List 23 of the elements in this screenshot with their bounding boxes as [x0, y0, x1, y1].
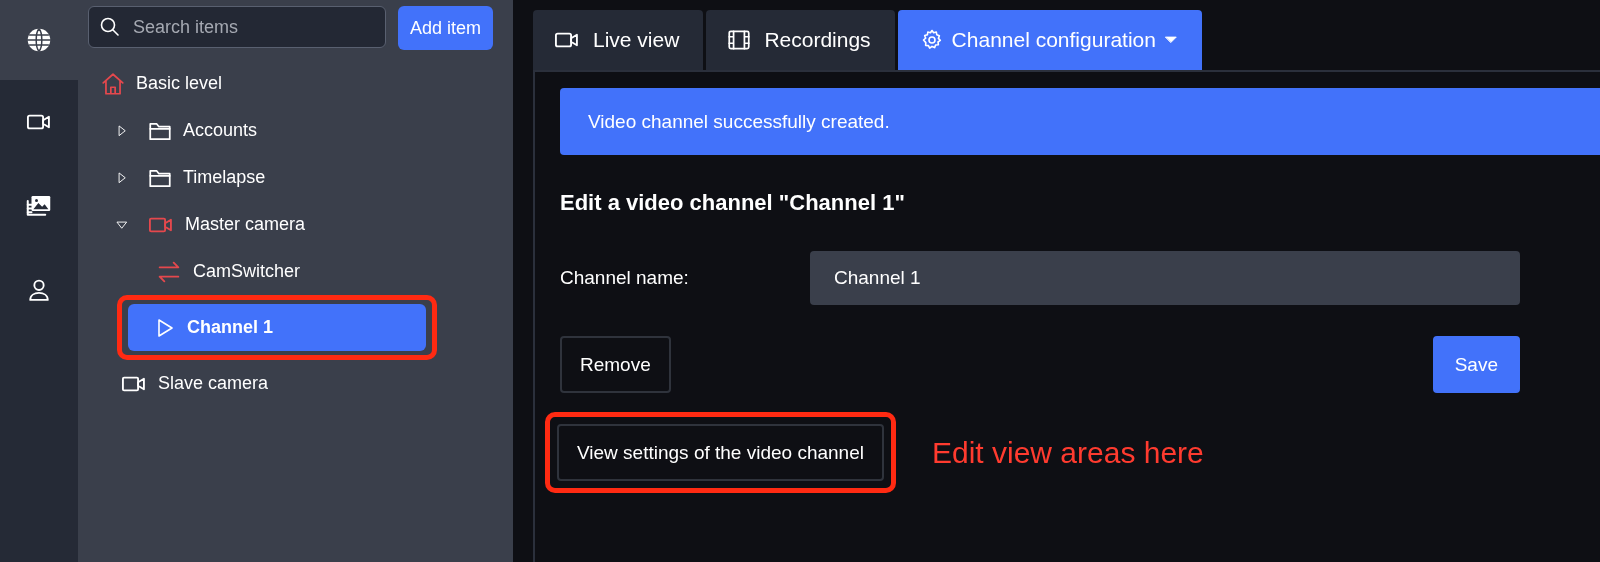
button[interactable]: View settings of the video channel: [557, 424, 884, 481]
globe-icon: [24, 25, 54, 55]
tree-item[interactable]: Timelapse: [88, 154, 493, 201]
button[interactable]: Save: [1432, 336, 1520, 393]
form-heading: Edit a video channel "Channel 1": [560, 190, 906, 216]
channel-name-field[interactable]: Channel 1: [810, 251, 1520, 305]
search-icon: [98, 15, 122, 39]
tree-item[interactable]: Channel 1: [128, 304, 426, 351]
button[interactable]: Remove: [560, 336, 671, 393]
tree-item[interactable]: CamSwitcher: [88, 248, 493, 295]
field-label: Channel name:: [560, 267, 690, 289]
film-icon: [726, 27, 753, 53]
search-field[interactable]: Search items: [88, 6, 386, 48]
tree-item[interactable]: Master camera: [88, 201, 493, 248]
tree-item[interactable]: Accounts: [88, 107, 493, 154]
tab[interactable]: Live view: [533, 10, 704, 70]
tree-item[interactable]: Basic level: [88, 60, 493, 107]
tab[interactable]: Channel configuration: [897, 10, 1202, 70]
tab[interactable]: Recordings: [706, 10, 895, 70]
annotation-text: Edit view areas here: [931, 435, 1204, 470]
success-alert: Video channel successfully created.: [560, 88, 1600, 155]
tree-item[interactable]: Slave camera: [88, 360, 493, 407]
add-item-button[interactable]: Add item: [397, 6, 493, 50]
